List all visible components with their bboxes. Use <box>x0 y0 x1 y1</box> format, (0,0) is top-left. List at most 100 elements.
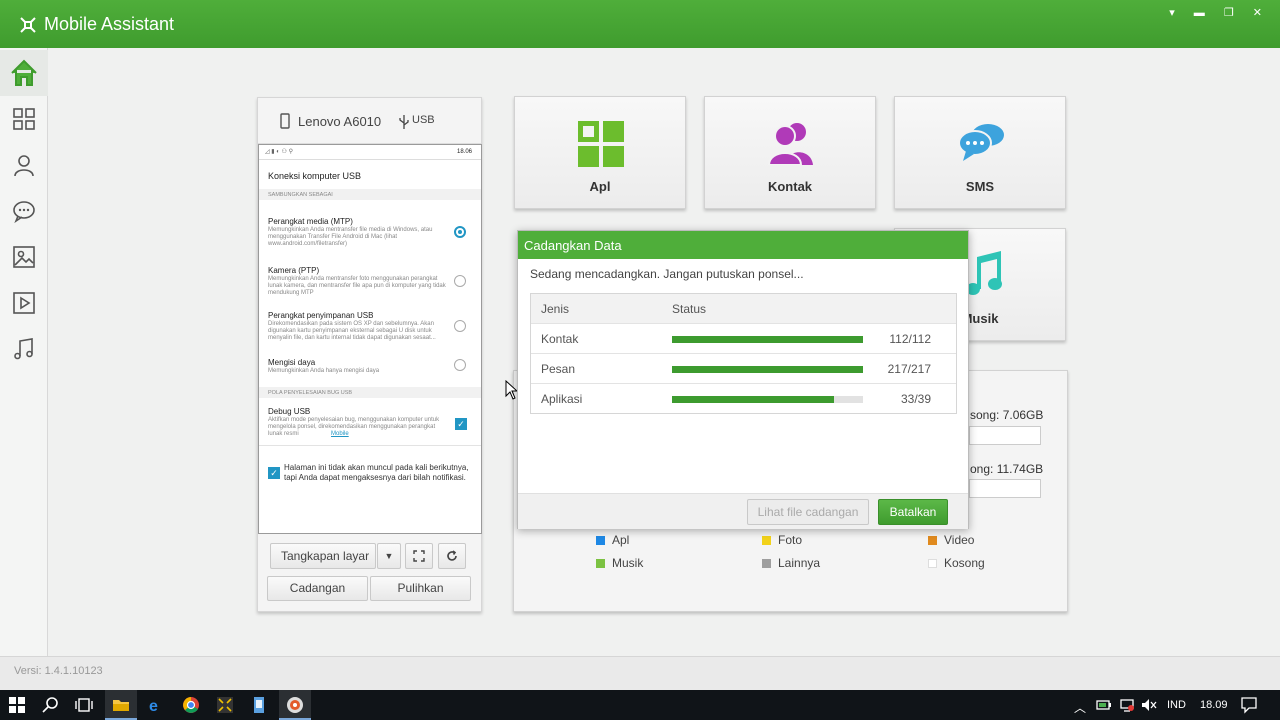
col-type-header: Jenis <box>541 302 570 316</box>
option-charge-desc: Memungkinkan Anda hanya mengisi daya <box>268 368 380 374</box>
battery-icon[interactable] <box>1096 697 1112 713</box>
fullscreen-icon <box>413 550 425 562</box>
option-usb-storage-title[interactable]: Perangkat penyimpanan USB <box>268 311 373 320</box>
refresh-icon <box>447 550 457 561</box>
table-header: Jenis Status <box>531 294 956 323</box>
tile-contacts-label: Kontak <box>767 179 813 194</box>
option-usb-storage-desc: Direkomendasikan pada sistem OS XP dan s… <box>268 321 436 341</box>
progress-bar <box>672 366 863 373</box>
app-icon[interactable] <box>250 696 268 714</box>
legend-free: Kosong <box>928 556 985 570</box>
sidebar-item-music[interactable] <box>0 326 48 372</box>
row-type: Pesan <box>541 362 576 376</box>
home-icon <box>11 59 37 86</box>
option-ptp-title[interactable]: Kamera (PTP) <box>268 266 319 275</box>
window-controls[interactable]: ▾ ▬ ❐ ✕ <box>1169 6 1270 19</box>
language-indicator[interactable]: IND <box>1167 699 1186 711</box>
legend-music: Musik <box>596 556 643 570</box>
start-icon[interactable] <box>8 696 26 714</box>
note-checkbox[interactable]: ✓ <box>268 467 280 479</box>
option-charge-radio[interactable] <box>454 359 466 371</box>
title-bar: Mobile Assistant ▾ ▬ ❐ ✕ <box>0 0 1280 48</box>
sidebar-item-home[interactable] <box>0 50 48 96</box>
tile-apps[interactable]: Apl <box>514 96 686 209</box>
phone-note: Halaman ini tidak akan muncul pada kali … <box>284 463 469 482</box>
row-count: 112/112 <box>889 332 931 346</box>
contacts-icon <box>14 155 34 177</box>
status-bar <box>0 656 1280 690</box>
debug-checkbox[interactable]: ✓ <box>455 418 467 430</box>
clock[interactable]: 18.09 <box>1200 699 1228 711</box>
sidebar-item-messages[interactable] <box>0 188 48 234</box>
device-panel: Lenovo A6010 USB ◿ ▮ ◐ ⚇ ⚲ 18.06 Koneksi… <box>257 97 482 612</box>
backup-button[interactable]: Cadangan <box>267 576 368 601</box>
view-backup-files-button[interactable]: Lihat file cadangan <box>747 499 869 525</box>
row-count: 33/39 <box>900 392 931 406</box>
chevron-down-icon: ▼ <box>384 551 394 561</box>
tile-apps-label: Apl <box>589 179 611 194</box>
tile-contacts[interactable]: Kontak <box>704 96 876 209</box>
restore-button[interactable]: Pulihkan <box>370 576 471 601</box>
sidebar <box>0 48 48 656</box>
option-charge-title[interactable]: Mengisi daya <box>268 358 315 367</box>
chrome-icon[interactable] <box>182 696 200 714</box>
option-mtp-radio[interactable] <box>454 226 466 238</box>
tile-sms-label: SMS <box>965 179 995 194</box>
mouse-cursor-icon <box>505 380 517 400</box>
option-mtp-title[interactable]: Perangkat media (MTP) <box>268 217 353 226</box>
sidebar-item-photos[interactable] <box>0 234 48 280</box>
phone-status-icons: ◿ ▮ ◐ ⚇ ⚲ <box>265 149 293 155</box>
notifications-icon[interactable] <box>1240 696 1258 714</box>
refresh-button[interactable] <box>438 543 466 569</box>
option-ptp-radio[interactable] <box>454 275 466 287</box>
tray-chevron-icon[interactable]: ︿ <box>1074 699 1086 716</box>
row-type: Kontak <box>541 332 579 346</box>
apps-grid-icon <box>578 121 624 167</box>
task-view-icon[interactable] <box>75 696 93 714</box>
fullscreen-button[interactable] <box>405 543 433 569</box>
dialog-title: Cadangkan Data <box>518 231 968 259</box>
debug-title[interactable]: Debug USB <box>268 407 310 416</box>
music-icon <box>966 251 1002 295</box>
legend-photos: Foto <box>762 533 802 547</box>
legend-other: Lainnya <box>762 556 820 570</box>
screenshot-button[interactable]: Tangkapan layar <box>270 543 376 569</box>
progress-bar <box>672 396 863 403</box>
table-row: Kontak 112/112 <box>531 323 956 353</box>
mobile-assistant-icon[interactable] <box>216 696 234 714</box>
legend-apps: Apl <box>596 533 629 547</box>
file-explorer-icon[interactable] <box>112 696 130 714</box>
dialog-footer: Lihat file cadangan Batalkan <box>518 493 968 529</box>
volume-muted-icon[interactable] <box>1141 697 1157 713</box>
phone-icon <box>280 113 290 129</box>
svg-text:e: e <box>149 698 158 714</box>
version-label: Versi: 1.4.1.10123 <box>14 665 103 677</box>
edge-icon[interactable]: e <box>147 696 165 714</box>
app-title: Mobile Assistant <box>44 14 175 34</box>
option-ptp-desc: Memungkinkan Anda mentransfer foto mengg… <box>268 276 446 296</box>
screenshot-dropdown[interactable]: ▼ <box>377 543 401 569</box>
phone-section-debug: POLA PENYELESAIAN BUG USB <box>268 390 353 396</box>
browser-icon[interactable] <box>286 696 304 714</box>
device-name: Lenovo A6010 <box>298 114 382 129</box>
sidebar-item-apps[interactable] <box>0 96 48 142</box>
photos-icon <box>13 246 35 268</box>
network-icon[interactable] <box>1119 697 1135 713</box>
col-status-header: Status <box>672 302 707 316</box>
option-usb-storage-radio[interactable] <box>454 320 466 332</box>
debug-desc: Aktifkan mode penyelesaian bug, mengguna… <box>268 417 440 437</box>
search-icon[interactable] <box>42 696 60 714</box>
phone-time: 18.06 <box>457 149 473 155</box>
storage-bar-2 <box>969 479 1041 498</box>
debug-link[interactable]: Mobile <box>331 431 349 438</box>
tile-sms[interactable]: SMS <box>894 96 1066 209</box>
sidebar-item-contacts[interactable] <box>0 142 48 188</box>
connection-label: USB <box>412 114 435 126</box>
dialog-message: Sedang mencadangkan. Jangan putuskan pon… <box>530 267 804 281</box>
row-count: 217/217 <box>887 362 931 376</box>
cancel-button[interactable]: Batalkan <box>878 499 948 525</box>
sidebar-item-video[interactable] <box>0 280 48 326</box>
phone-screen: ◿ ▮ ◐ ⚇ ⚲ 18.06 Koneksi komputer USB SAM… <box>258 144 482 534</box>
taskbar: e ︿ IND 18.09 <box>0 690 1280 720</box>
legend-video: Video <box>928 533 974 547</box>
